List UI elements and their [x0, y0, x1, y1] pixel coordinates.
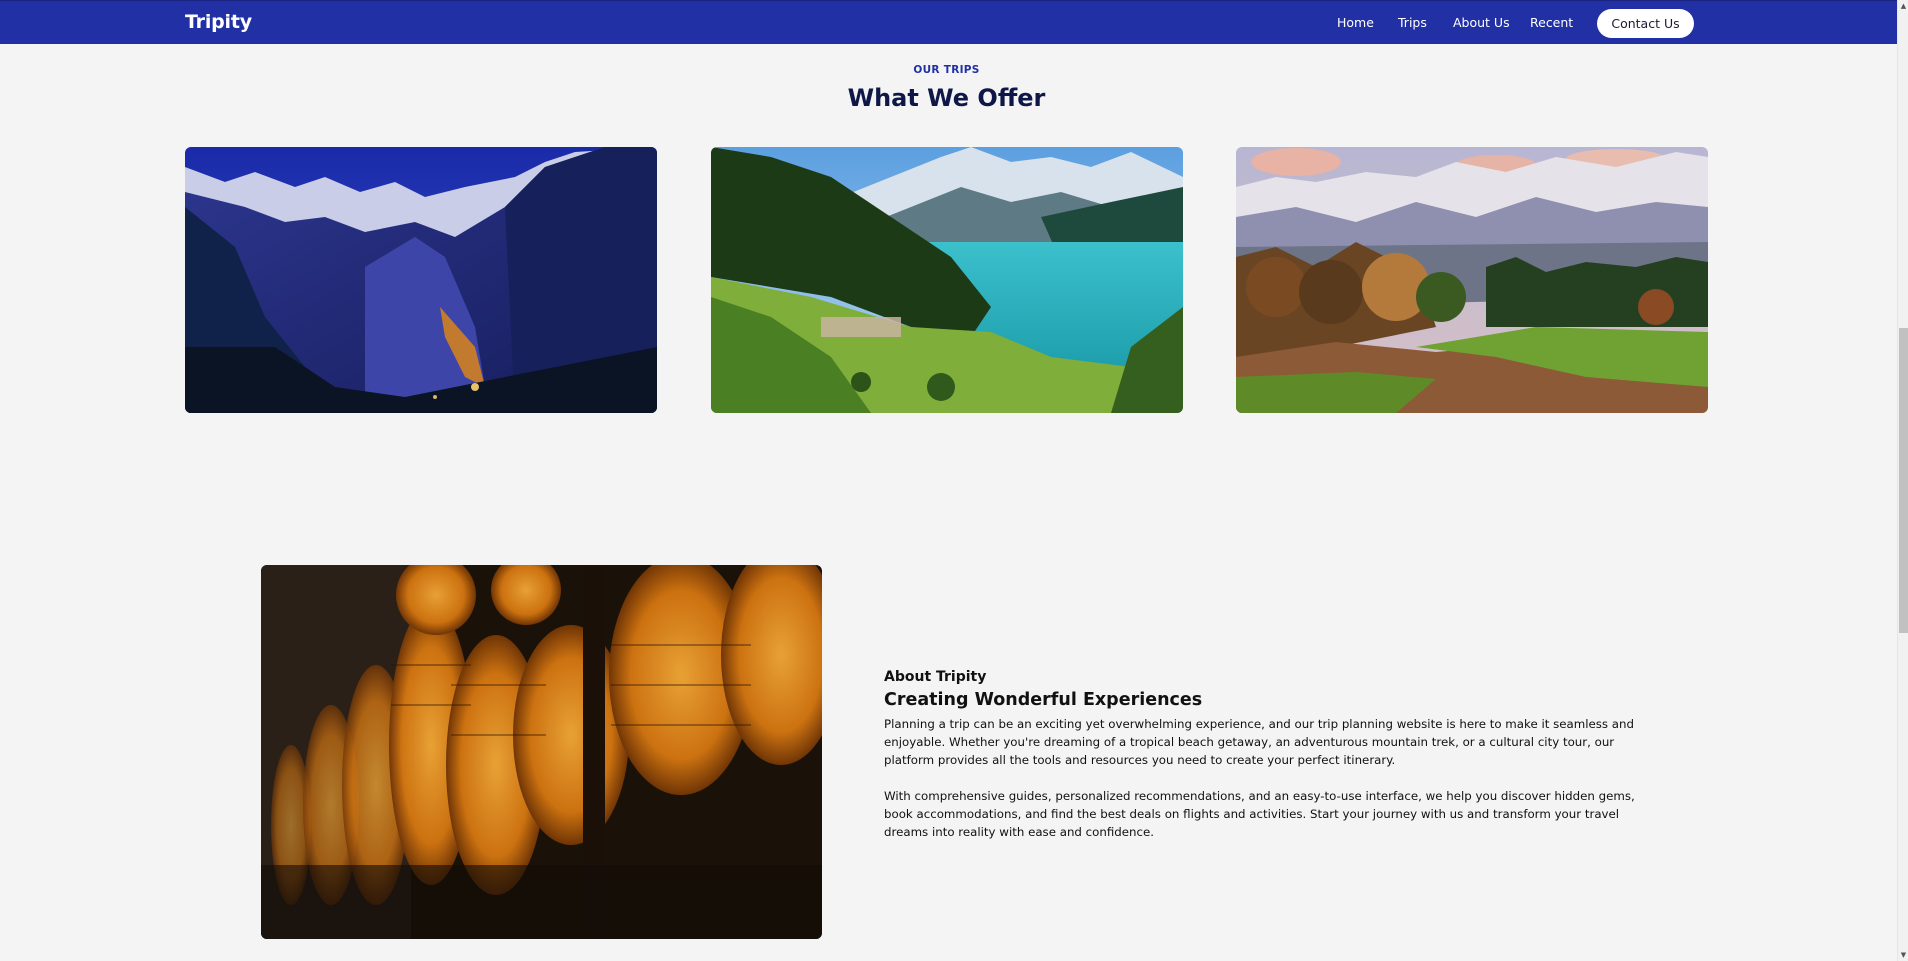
about-image [261, 565, 822, 939]
autumn-field-mountains-photo [1236, 147, 1708, 413]
about-title: Creating Wonderful Experiences [884, 690, 1203, 710]
about-paragraph-2: With comprehensive guides, personalized … [884, 789, 1635, 839]
nav-link-recent[interactable]: Recent [1530, 15, 1573, 30]
nav-link-trips[interactable]: Trips [1398, 15, 1427, 30]
night-alpine-valley-photo [185, 147, 657, 413]
scroll-up-icon[interactable]: ▲ [1898, 0, 1908, 12]
contact-us-button[interactable]: Contact Us [1597, 9, 1694, 38]
trips-title: What We Offer [847, 84, 1046, 112]
trip-card-autumn[interactable] [1236, 147, 1708, 413]
scrollbar-thumb[interactable] [1899, 328, 1908, 633]
navbar: Tripity Home Trips About Us Recent Conta… [0, 0, 1897, 44]
nav-link-home[interactable]: Home [1337, 15, 1374, 30]
paper-lanterns-photo [261, 565, 822, 939]
scroll-down-icon[interactable]: ▼ [1898, 949, 1908, 961]
about-eyebrow: About Tripity [884, 669, 987, 685]
turquoise-lake-village-photo [711, 147, 1183, 413]
trip-card-lake[interactable] [711, 147, 1183, 413]
about-paragraph-1: Planning a trip can be an exciting yet o… [884, 717, 1634, 767]
nav-link-about[interactable]: About Us [1453, 15, 1510, 30]
page-scrollbar[interactable]: ▲ ▼ [1897, 0, 1908, 961]
trip-card-night-valley[interactable] [185, 147, 657, 413]
trips-eyebrow: OUR TRIPS [913, 64, 980, 76]
